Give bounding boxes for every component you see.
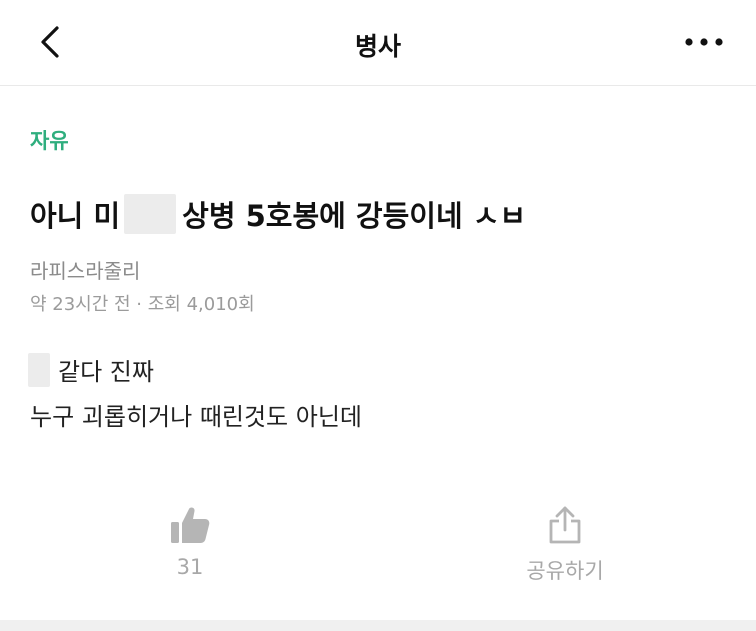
share-label: 공유하기 <box>526 559 604 583</box>
share-button[interactable]: 공유하기 <box>500 505 630 595</box>
more-horizontal-icon <box>685 38 723 46</box>
more-options-button[interactable] <box>680 20 728 64</box>
post-body-text-1: 같다 진짜 <box>58 358 154 386</box>
page-title: 병사 <box>354 32 401 61</box>
section-divider <box>0 620 756 631</box>
thumbs-up-icon <box>171 507 210 543</box>
post-detail-screen: 병사 자유 아니 미 상병 5호봉에 강등이네 ㅅㅂ 라피스라줄리 약 23시간… <box>0 0 756 631</box>
top-bar: 병사 <box>0 0 756 86</box>
post-title-part2: 상병 5호봉에 강등이네 ㅅㅂ <box>182 199 527 233</box>
redacted-mark <box>28 352 50 387</box>
share-icon <box>549 506 581 544</box>
post-title-part1: 아니 미 <box>30 199 121 233</box>
like-count: 31 <box>176 555 204 579</box>
post-category[interactable]: 자유 <box>30 125 69 155</box>
post-body-line: 같다 진짜 <box>28 352 154 387</box>
like-button[interactable]: 31 <box>140 505 240 595</box>
post-body-text-2: 누구 괴롭히거나 때린것도 아닌데 <box>30 403 363 431</box>
post-meta: 약 23시간 전 · 조회 4,010회 <box>30 294 255 315</box>
redacted-mark <box>124 194 177 234</box>
author-name[interactable]: 라피스라줄리 <box>30 255 140 284</box>
post-title: 아니 미 상병 5호봉에 강등이네 ㅅㅂ <box>30 193 526 235</box>
